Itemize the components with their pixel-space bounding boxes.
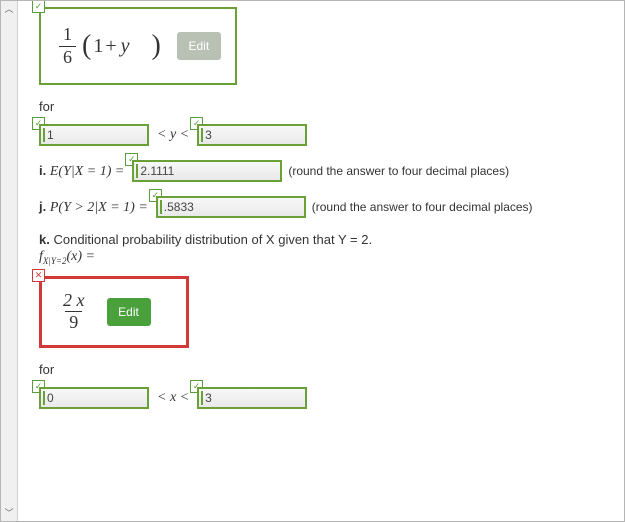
q-j-lhs: P(Y > 2|X = 1) = xyxy=(50,200,148,215)
fraction-1-num: 1 xyxy=(59,25,76,46)
formula-2-expression: 2 x 9 xyxy=(55,291,93,334)
fraction-1-den: 6 xyxy=(59,46,76,68)
q-i-hint: (round the answer to four decimal places… xyxy=(288,164,509,178)
field-marker xyxy=(43,391,45,405)
q-j-value: .5833 xyxy=(164,200,194,214)
field-marker xyxy=(201,391,203,405)
y-range-row: 1 < y < 3 xyxy=(39,124,614,146)
q-i-inner: (Y|X = 1) = xyxy=(58,164,124,179)
y-high-wrapper: 3 xyxy=(197,124,307,146)
expr-plus: + xyxy=(103,35,118,58)
cross-icon xyxy=(32,269,45,282)
x-between: < x < xyxy=(157,390,189,406)
y-between: < y < xyxy=(157,127,189,143)
bullet-i: i. xyxy=(39,163,46,178)
x-high-wrapper: 3 xyxy=(197,387,307,409)
bullet-j: j. xyxy=(39,199,46,214)
q-k-text: Conditional probability distribution of … xyxy=(53,232,372,247)
formula-box-2-wrapper: 2 x 9 Edit xyxy=(39,276,189,348)
right-paren: ) xyxy=(150,32,163,60)
vertical-scrollbar[interactable]: ︿ ﹀ xyxy=(1,1,18,521)
scroll-down-arrow[interactable]: ﹀ xyxy=(1,505,17,521)
y-low-value: 1 xyxy=(47,128,54,142)
left-paren: ( xyxy=(80,32,93,60)
check-icon xyxy=(32,0,45,13)
question-k-label: k. Conditional probability distribution … xyxy=(39,232,372,247)
q-j-field-wrapper: .5833 xyxy=(156,196,306,218)
y-low-field[interactable]: 1 xyxy=(39,124,149,146)
question-i-label: i. E(Y|X = 1) = xyxy=(39,163,124,180)
fraction-2-num: 2 x xyxy=(59,291,89,312)
q-j-hint: (round the answer to four decimal places… xyxy=(312,200,533,214)
for-label-2: for xyxy=(39,362,614,377)
y-low-wrapper: 1 xyxy=(39,124,149,146)
q-k-fn-label: fX|Y=2(x) = xyxy=(39,249,614,266)
q-i-field[interactable]: 2.1111 xyxy=(132,160,282,182)
formula-box-2[interactable]: 2 x 9 Edit xyxy=(39,276,189,348)
x-high-field[interactable]: 3 xyxy=(197,387,307,409)
expr-y: y xyxy=(119,35,132,58)
fraction-2-den: 9 xyxy=(65,311,82,333)
viewport: ︿ ﹀ 1 6 ( 1 + y ) Edit xyxy=(0,0,625,522)
formula-1-expression: 1 6 ( 1 + y ) xyxy=(55,25,163,68)
x-range-row: 0 < x < 3 xyxy=(39,387,614,409)
question-j-label: j. P(Y > 2|X = 1) = xyxy=(39,199,148,216)
x-low-value: 0 xyxy=(47,391,54,405)
formula-box-1-wrapper: 1 6 ( 1 + y ) Edit xyxy=(39,7,237,85)
scroll-up-arrow[interactable]: ︿ xyxy=(1,1,17,17)
field-marker xyxy=(160,200,162,214)
fraction-2: 2 x 9 xyxy=(59,291,89,334)
x-low-field[interactable]: 0 xyxy=(39,387,149,409)
content-area: 1 6 ( 1 + y ) Edit for 1 xyxy=(17,1,624,521)
formula-box-1[interactable]: 1 6 ( 1 + y ) Edit xyxy=(39,7,237,85)
edit-button-2[interactable]: Edit xyxy=(107,298,151,326)
x-high-value: 3 xyxy=(205,391,212,405)
question-i-row: i. E(Y|X = 1) = 2.1111 (round the answer… xyxy=(39,160,614,182)
y-high-field[interactable]: 3 xyxy=(197,124,307,146)
field-marker xyxy=(201,128,203,142)
field-marker xyxy=(43,128,45,142)
y-high-value: 3 xyxy=(205,128,212,142)
expr-1: 1 xyxy=(93,35,103,58)
edit-button-1[interactable]: Edit xyxy=(177,32,221,60)
question-j-row: j. P(Y > 2|X = 1) = .5833 (round the ans… xyxy=(39,196,614,218)
q-i-value: 2.1111 xyxy=(140,164,174,178)
for-label-1: for xyxy=(39,99,614,114)
q-j-field[interactable]: .5833 xyxy=(156,196,306,218)
question-k-row: k. Conditional probability distribution … xyxy=(39,232,614,247)
fraction-1: 1 6 xyxy=(59,25,76,68)
x-low-wrapper: 0 xyxy=(39,387,149,409)
field-marker xyxy=(136,164,138,178)
q-i-field-wrapper: 2.1111 xyxy=(132,160,282,182)
bullet-k: k. xyxy=(39,232,50,247)
